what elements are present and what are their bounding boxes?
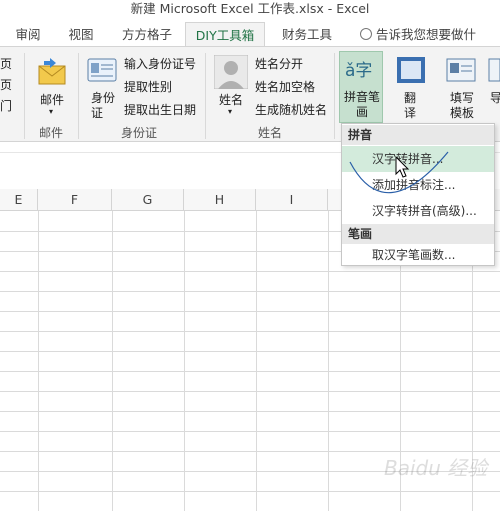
watermark: Baidu 经验 <box>384 456 488 480</box>
annotation-curve <box>349 151 449 194</box>
annotation-overlay <box>349 151 449 194</box>
mouse-cursor-icon <box>395 155 410 178</box>
